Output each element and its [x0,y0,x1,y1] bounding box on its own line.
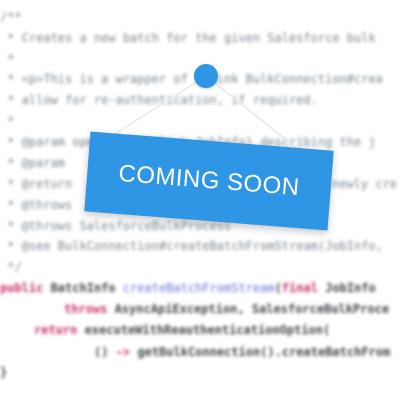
pushpin-icon [194,64,218,88]
code-line: */ [0,260,22,274]
code-call: getBulkConnection().createBatchFrom [130,345,391,359]
code-line-lambda: () -> getBulkConnection().createBatchFro… [94,341,390,363]
code-keyword: return [34,323,78,337]
code-keyword: final [281,281,318,295]
code-line: /** [0,10,22,24]
code-call: executeWithReauthenticationOption( [77,323,331,337]
code-line: * @return [0,177,73,191]
code-paren: ( [274,281,282,295]
code-line-method-signature: public BatchInfo createBatchFromStream(f… [0,277,376,299]
code-keyword: throws [64,302,108,316]
code-line: * <p>This is a wrapper of {@link BulkCon… [0,72,383,86]
code-line: * [0,114,15,128]
code-line: * @param [0,156,66,170]
code-line: * allow for re-authentication, if requir… [0,93,318,107]
code-line-throws: throws AsyncApiException, SalesforceBulk… [64,298,389,320]
code-line-return: return executeWithReauthenticationOption… [34,319,330,341]
code-exceptions: AsyncApiException, SalesforceBulkProce [107,302,390,316]
code-line: * @see BulkConnection#createBatchFromStr… [0,239,383,253]
code-lambda-params: () [94,345,116,359]
code-function-name: createBatchFromStream [122,281,275,295]
code-line: * @throws [0,198,73,212]
code-param-type: JobInfo [317,281,376,295]
code-line-tail: newly cre [332,177,398,191]
code-arrow: -> [115,345,131,359]
code-line: * [0,52,15,66]
code-line: * Creates a new batch for the given Sale… [0,31,376,45]
coming-soon-label: COMING SOON [117,159,301,202]
code-keyword: public [0,281,44,295]
code-type: BatchInfo [43,281,123,295]
code-line-closing-brace: } [0,365,8,379]
coming-soon-screen: /** * Creates a new batch for the given … [0,0,400,401]
